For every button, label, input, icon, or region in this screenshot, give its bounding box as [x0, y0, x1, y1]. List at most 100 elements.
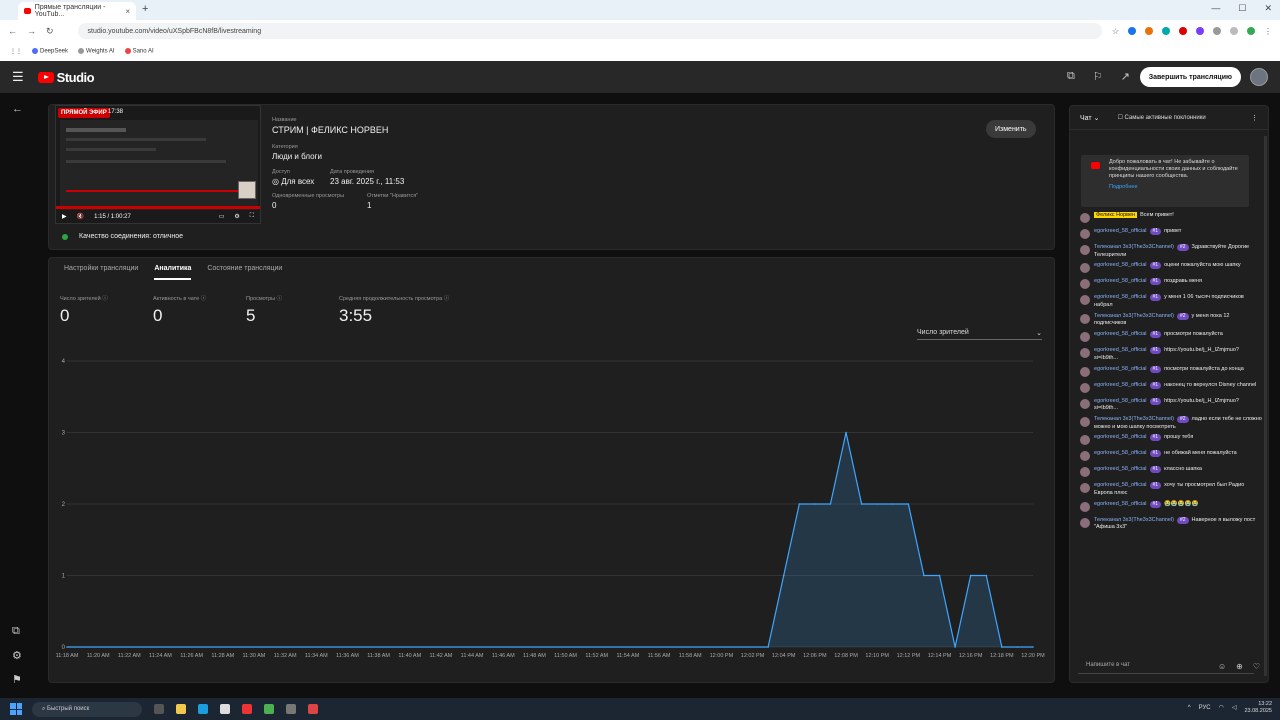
chat-message[interactable]: egorkreed_58_official #1 не обижай меня по…	[1080, 450, 1262, 463]
author-name[interactable]: egorkreed_58_official	[1094, 466, 1147, 472]
chat-mode-selector[interactable]: Чат ⌄	[1080, 114, 1099, 122]
player-progress[interactable]	[56, 206, 260, 209]
star-icon[interactable]: ☆	[1112, 27, 1119, 36]
tab-stream-health[interactable]: Состояние трансляции	[207, 265, 282, 280]
data-point[interactable]	[954, 646, 956, 648]
taskbar-search[interactable]: ⌕ Быстрый поиск	[32, 701, 142, 717]
author-name[interactable]: egorkreed_58_official	[1094, 278, 1147, 284]
wifi-icon[interactable]: ◠	[1219, 704, 1224, 711]
extension-icon[interactable]	[1145, 26, 1153, 35]
chat-message[interactable]: egorkreed_58_official #1 поздравь меня	[1080, 278, 1262, 291]
chrome-icon[interactable]	[264, 704, 274, 714]
author-name[interactable]: Феликс Норвен	[1094, 212, 1138, 218]
play-icon[interactable]: ▶	[62, 213, 67, 220]
author-name[interactable]: egorkreed_58_official	[1094, 434, 1147, 440]
bookmark-sano[interactable]: Sano AI	[124, 48, 154, 55]
popout-icon[interactable]: ⧉	[1067, 70, 1075, 83]
extension-icon[interactable]	[1128, 26, 1136, 35]
author-name[interactable]: egorkreed_58_official	[1094, 450, 1147, 456]
author-name[interactable]: egorkreed_58_official	[1094, 228, 1147, 234]
minimize-icon[interactable]: —	[1211, 3, 1220, 14]
user-avatar[interactable]	[1080, 382, 1090, 393]
player-settings-icon[interactable]: ⚙	[234, 213, 239, 220]
author-name[interactable]: Телеканал 3x3(The3x3Channel)	[1094, 517, 1174, 523]
end-stream-button[interactable]: Завершить трансляцию	[1139, 67, 1241, 87]
chat-message[interactable]: egorkreed_58_official #1 https://youtu.be/…	[1080, 397, 1262, 413]
user-avatar[interactable]	[1080, 501, 1090, 512]
studio-logo[interactable]: Studio	[37, 70, 95, 85]
metric-dropdown[interactable]: Число зрителей ⌄	[917, 326, 1042, 340]
file-explorer-icon[interactable]	[176, 704, 186, 714]
settings-gear-icon[interactable]: ⚙	[12, 649, 22, 662]
data-point[interactable]	[907, 503, 910, 505]
info-icon[interactable]: ⓘ	[102, 296, 108, 302]
chat-message[interactable]: egorkreed_58_official #1 у меня 1 06 тысяч…	[1080, 294, 1262, 309]
extension-icon[interactable]	[1162, 26, 1170, 35]
windows-start-icon[interactable]	[10, 703, 22, 715]
data-point[interactable]	[767, 646, 769, 648]
info-icon[interactable]: ⓘ	[277, 296, 283, 302]
user-avatar[interactable]	[1080, 483, 1090, 494]
profile-icon[interactable]	[1247, 26, 1255, 35]
author-name[interactable]: Телеканал 3x3(The3x3Channel)	[1094, 313, 1174, 319]
data-point[interactable]	[814, 503, 816, 505]
language-indicator[interactable]: РУС	[1199, 705, 1211, 711]
feedback-icon[interactable]: ⚑	[12, 673, 22, 686]
clock[interactable]: 13:22 23.08.2025	[1244, 701, 1272, 714]
heart-icon[interactable]: ♡	[1253, 662, 1260, 671]
menu-icon[interactable]: ⋮	[1264, 27, 1272, 36]
reload-icon[interactable]: ↻	[46, 26, 54, 37]
bookmark-deepseek[interactable]: DeepSeek	[32, 48, 68, 55]
chat-message[interactable]: egorkreed_58_official #1 просмотри пожалуй…	[1080, 331, 1262, 344]
data-point[interactable]	[938, 574, 941, 577]
account-avatar[interactable]	[1250, 68, 1268, 86]
learn-more-link[interactable]: Подробнее	[1109, 184, 1243, 191]
user-avatar[interactable]	[1080, 295, 1090, 306]
share-icon[interactable]: ↗	[1121, 70, 1130, 83]
subtitles-icon[interactable]: ▭	[219, 213, 225, 220]
chat-message[interactable]: Телеканал 3x3(The3x3Channel) #2 ладно если…	[1080, 415, 1262, 431]
close-tab-icon[interactable]: ×	[125, 7, 130, 16]
apps-icon[interactable]: ⋮⋮	[10, 48, 22, 55]
edge-icon[interactable]	[198, 704, 208, 714]
info-icon[interactable]: ⓘ	[444, 296, 450, 302]
data-point[interactable]	[860, 503, 863, 505]
edit-button[interactable]: Изменить	[986, 120, 1036, 138]
extension-icon[interactable]	[1179, 26, 1187, 35]
user-avatar[interactable]	[1080, 517, 1090, 528]
browser-tab[interactable]: Прямые трансляции - YouTub... ×	[18, 2, 136, 20]
chat-message[interactable]: Феликс Норвен Всем привет!	[1080, 212, 1262, 225]
user-avatar[interactable]	[1080, 263, 1090, 274]
user-avatar[interactable]	[1080, 245, 1090, 255]
emoji-icon[interactable]: ☺	[1218, 662, 1226, 671]
data-point[interactable]	[782, 574, 785, 577]
back-icon[interactable]: ←	[8, 26, 17, 36]
author-name[interactable]: egorkreed_58_official	[1094, 501, 1147, 507]
data-point[interactable]	[891, 503, 894, 505]
forward-icon[interactable]: →	[27, 26, 36, 36]
maximize-icon[interactable]: ☐	[1238, 3, 1246, 14]
author-name[interactable]: egorkreed_58_official	[1094, 347, 1147, 353]
bookmark-icon[interactable]: ⚐	[1093, 70, 1103, 83]
volume-icon[interactable]: ◁	[1232, 704, 1237, 711]
extension-icon[interactable]	[1196, 26, 1204, 35]
extension-icon[interactable]	[1230, 26, 1238, 35]
data-point[interactable]	[923, 574, 925, 577]
chat-message[interactable]: egorkreed_58_official #1 хочу ты просмотре…	[1080, 482, 1262, 497]
user-avatar[interactable]	[1080, 213, 1090, 223]
data-point[interactable]	[969, 574, 972, 577]
author-name[interactable]: egorkreed_58_official	[1094, 294, 1147, 300]
tab-analytics[interactable]: Аналитика	[154, 265, 192, 280]
author-name[interactable]: egorkreed_58_official	[1094, 382, 1147, 388]
data-point[interactable]	[798, 503, 801, 505]
user-avatar[interactable]	[1080, 467, 1090, 478]
chat-message[interactable]: egorkreed_58_official #1 прошу тебя	[1080, 434, 1262, 447]
user-avatar[interactable]	[1080, 279, 1090, 290]
store-icon[interactable]	[220, 704, 230, 714]
task-view-icon[interactable]	[154, 704, 164, 714]
hamburger-menu-icon[interactable]: ☰	[12, 69, 24, 85]
user-avatar[interactable]	[1080, 332, 1090, 343]
mute-icon[interactable]: 🔇	[77, 213, 84, 220]
fullscreen-icon[interactable]: ⛶	[250, 213, 254, 220]
tab-stream-settings[interactable]: Настройки трансляции	[64, 265, 138, 280]
